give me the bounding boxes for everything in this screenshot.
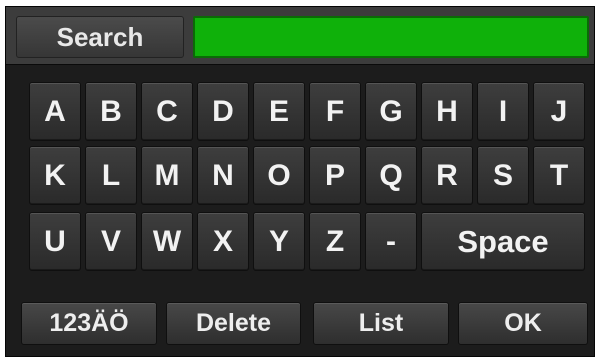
mode-toggle-button[interactable]: 123ÄÖ [21,302,157,345]
key-l[interactable]: L [85,146,137,205]
key-q[interactable]: Q [365,146,417,205]
search-bar: Search [6,7,594,65]
key-i[interactable]: I [477,82,529,141]
search-label: Search [16,16,184,58]
key-b[interactable]: B [85,82,137,141]
key-g[interactable]: G [365,82,417,141]
key-y[interactable]: Y [253,212,305,271]
key-t[interactable]: T [533,146,585,205]
ok-button[interactable]: OK [458,302,588,345]
delete-button[interactable]: Delete [166,302,301,345]
key-p[interactable]: P [309,146,361,205]
search-input[interactable] [193,16,589,58]
key-v[interactable]: V [85,212,137,271]
key-m[interactable]: M [141,146,193,205]
key-k[interactable]: K [29,146,81,205]
key-n[interactable]: N [197,146,249,205]
key-o[interactable]: O [253,146,305,205]
key-w[interactable]: W [141,212,193,271]
key-s[interactable]: S [477,146,529,205]
key-x[interactable]: X [197,212,249,271]
key-hyphen[interactable]: - [365,212,417,271]
key-f[interactable]: F [309,82,361,141]
list-button[interactable]: List [313,302,449,345]
key-e[interactable]: E [253,82,305,141]
key-space[interactable]: Space [421,212,585,271]
key-c[interactable]: C [141,82,193,141]
key-r[interactable]: R [421,146,473,205]
on-screen-keyboard-panel: Search A B C D E F G H I J K L M N O P Q… [5,6,595,357]
key-u[interactable]: U [29,212,81,271]
key-h[interactable]: H [421,82,473,141]
key-a[interactable]: A [29,82,81,141]
key-j[interactable]: J [533,82,585,141]
key-z[interactable]: Z [309,212,361,271]
key-d[interactable]: D [197,82,249,141]
